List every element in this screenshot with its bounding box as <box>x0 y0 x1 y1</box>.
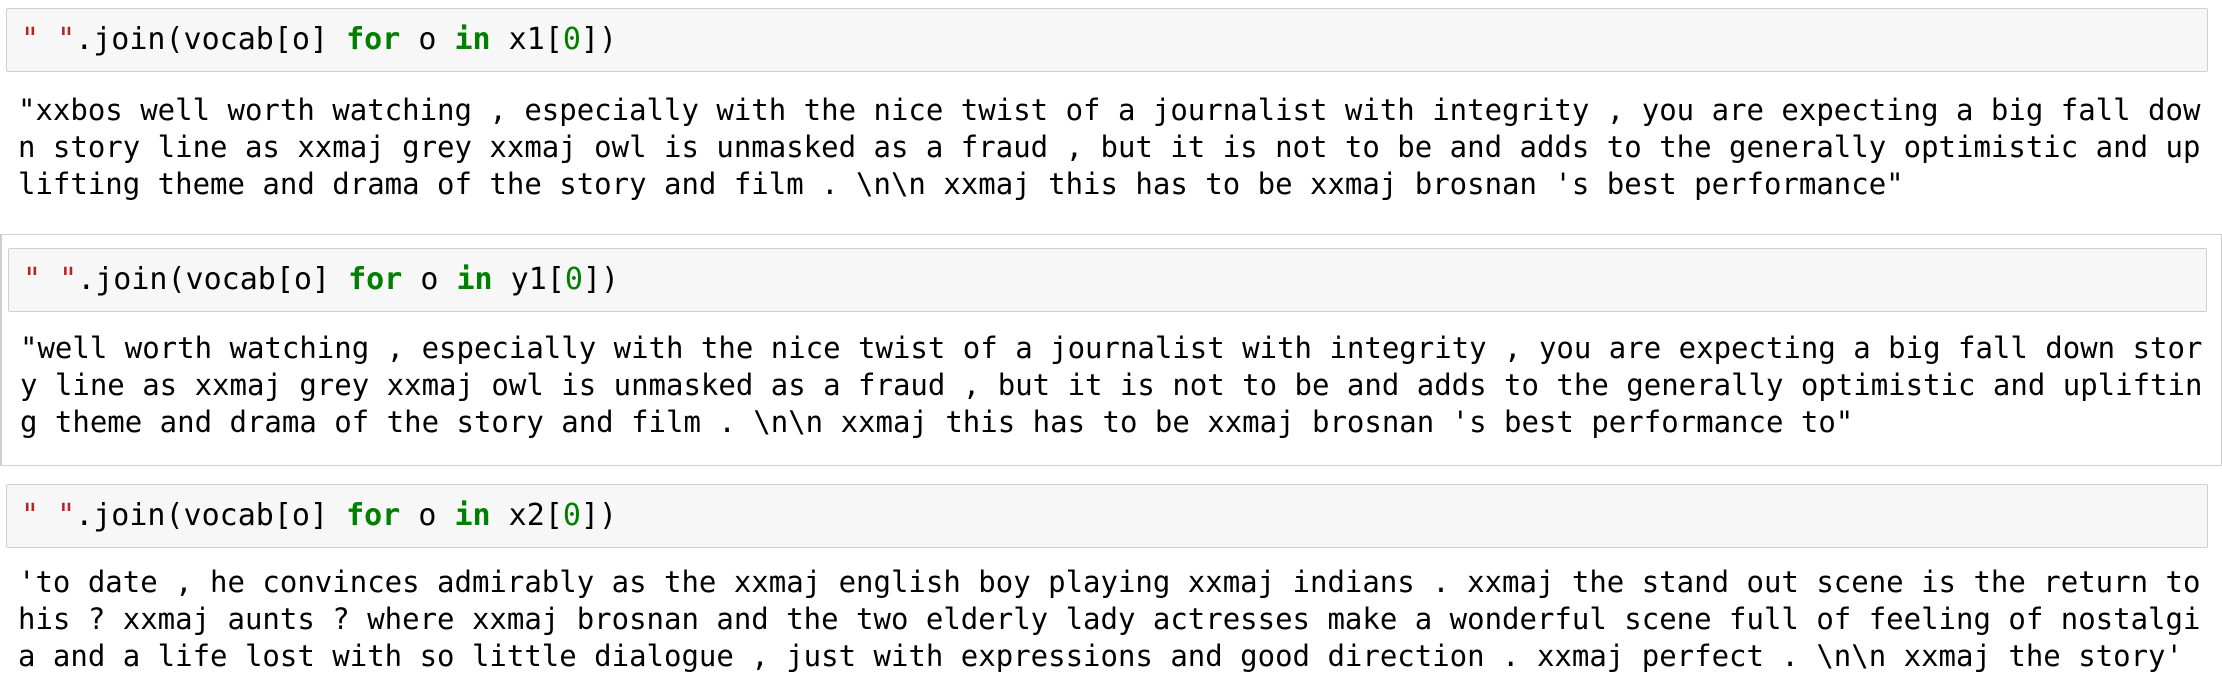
code-text-1: " ".join(vocab[o] for o in x1[0]) <box>21 22 618 57</box>
notebook-cell-2[interactable]: " ".join(vocab[o] for o in y1[0]) "well … <box>0 234 2222 466</box>
code-text-3: " ".join(vocab[o] for o in x2[0]) <box>21 498 618 533</box>
output-line: n story line as xxmaj grey xxmaj owl is … <box>18 130 2201 164</box>
code-input-1[interactable]: " ".join(vocab[o] for o in x1[0]) <box>6 8 2208 72</box>
notebook-cell-3[interactable]: " ".join(vocab[o] for o in x2[0]) 'to da… <box>0 470 2222 694</box>
output-line: lifting theme and drama of the story and… <box>18 167 1904 201</box>
code-text-2: " ".join(vocab[o] for o in y1[0]) <box>23 262 620 297</box>
code-input-2[interactable]: " ".join(vocab[o] for o in y1[0]) <box>8 248 2207 312</box>
output-line: y line as xxmaj grey xxmaj owl is unmask… <box>20 368 2203 402</box>
output-line: a and a life lost with so little dialogu… <box>18 639 2183 673</box>
code-input-3[interactable]: " ".join(vocab[o] for o in x2[0]) <box>6 484 2208 548</box>
output-text-2: "well worth watching , especially with t… <box>20 330 2208 441</box>
output-text-1: "xxbos well worth watching , especially … <box>18 92 2206 203</box>
output-line: his ? xxmaj aunts ? where xxmaj brosnan … <box>18 602 2201 636</box>
output-line: "xxbos well worth watching , especially … <box>18 93 2201 127</box>
output-line: "well worth watching , especially with t… <box>20 331 2203 365</box>
output-line: g theme and drama of the story and film … <box>20 405 1854 439</box>
output-line: 'to date , he convinces admirably as the… <box>18 565 2201 599</box>
notebook-cell-1[interactable]: " ".join(vocab[o] for o in x1[0]) "xxbos… <box>0 0 2222 201</box>
output-text-3: 'to date , he convinces admirably as the… <box>18 564 2206 675</box>
